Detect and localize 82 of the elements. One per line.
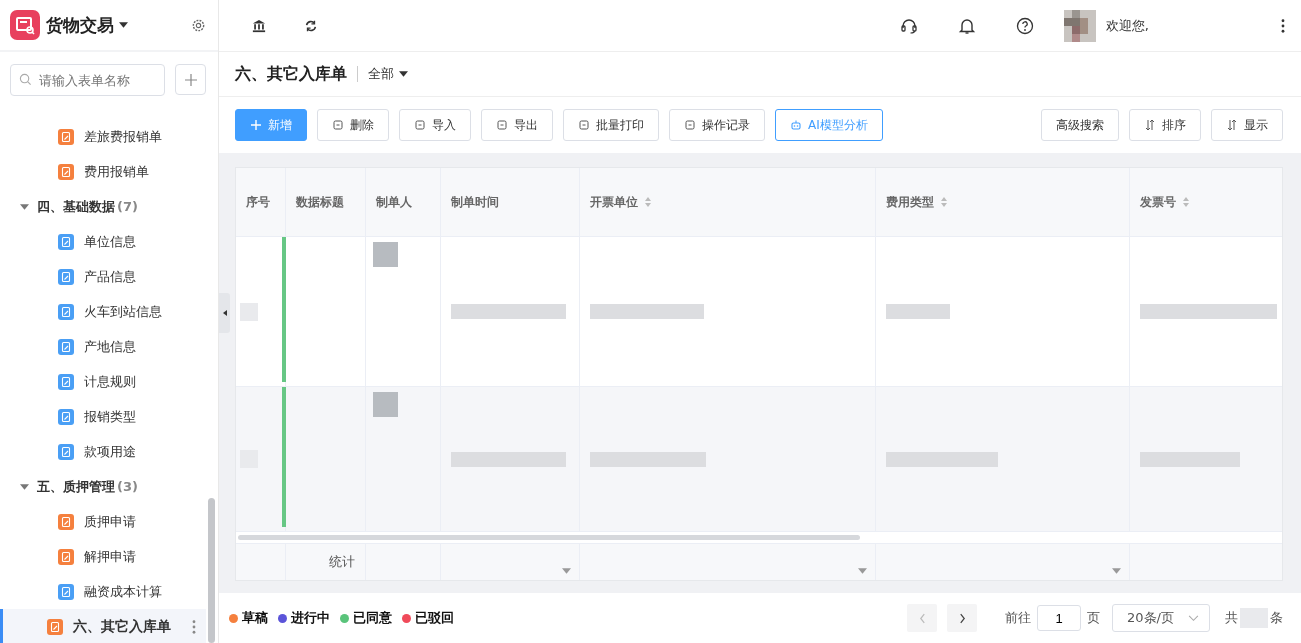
- page-input[interactable]: 1: [1037, 605, 1081, 631]
- total-suffix: 条: [1270, 609, 1283, 627]
- column-header: 制单时间: [451, 193, 499, 211]
- robot-icon: [790, 119, 802, 131]
- caret-icon[interactable]: [399, 71, 408, 77]
- sort-icon[interactable]: [1182, 196, 1190, 208]
- toolbar-button[interactable]: 高级搜索: [1041, 109, 1119, 141]
- column-header: 费用类型: [886, 193, 934, 211]
- column-header: 开票单位: [590, 193, 638, 211]
- column-header: 数据标题: [296, 193, 344, 211]
- sidebar-group[interactable]: 四、基础数据(7): [0, 189, 218, 224]
- sidebar-item[interactable]: 质押申请: [0, 504, 218, 539]
- headset-icon[interactable]: [899, 16, 918, 35]
- sidebar-item[interactable]: 六、其它入库单: [0, 609, 206, 643]
- legend-label: 草稿: [242, 609, 268, 627]
- avatar[interactable]: [1063, 9, 1096, 42]
- chevron-left-icon: [918, 612, 926, 624]
- page-label: 页: [1087, 609, 1100, 627]
- sidebar-item[interactable]: 费用报销单: [0, 154, 218, 189]
- plus-icon: [250, 119, 262, 131]
- sidebar-item[interactable]: 单位信息: [0, 224, 218, 259]
- sort-icon[interactable]: [940, 196, 948, 208]
- column-header: 序号: [246, 193, 270, 211]
- bank-icon[interactable]: [252, 18, 266, 33]
- redacted-block: [886, 304, 950, 319]
- toolbar-button[interactable]: 排序: [1129, 109, 1201, 141]
- toolbar-button[interactable]: 导入: [399, 109, 471, 141]
- filter-dropdown[interactable]: 全部: [368, 65, 394, 83]
- goto-label: 前往: [1005, 609, 1031, 627]
- chevron-down-icon: [1188, 614, 1199, 622]
- chevron-right-icon: [958, 612, 966, 624]
- toolbar-button[interactable]: 显示: [1211, 109, 1283, 141]
- summary-label: 统计: [329, 553, 355, 571]
- search-field[interactable]: 请输入表单名称: [10, 64, 165, 96]
- app-logo-icon: [10, 10, 40, 40]
- collapse-handle[interactable]: [219, 293, 230, 333]
- sidebar-item[interactable]: 产品信息: [0, 259, 218, 294]
- user-thumbnail: [373, 392, 398, 417]
- page-title: 六、其它入库单: [235, 63, 347, 85]
- welcome-text: 欢迎您,: [1105, 16, 1149, 35]
- arrows-icon: [1144, 119, 1156, 131]
- sidebar-item[interactable]: 解押申请: [0, 539, 218, 574]
- sidebar-item[interactable]: 计息规则: [0, 364, 218, 399]
- column-header: 制单人: [376, 193, 412, 211]
- add-button[interactable]: [175, 64, 206, 95]
- more-icon[interactable]: [1281, 18, 1285, 33]
- document-icon: [578, 119, 590, 131]
- document-icon: [496, 119, 508, 131]
- caret-left-icon: [222, 310, 227, 316]
- scrollbar[interactable]: [208, 498, 215, 643]
- toolbar-button[interactable]: 批量打印: [563, 109, 659, 141]
- document-icon: [332, 119, 344, 131]
- app-title[interactable]: 货物交易: [46, 13, 114, 37]
- document-icon: [414, 119, 426, 131]
- user-thumbnail: [373, 242, 398, 267]
- legend-label: 已同意: [353, 609, 392, 627]
- legend-label: 进行中: [291, 609, 330, 627]
- legend-label: 已驳回: [415, 609, 454, 627]
- sidebar-group[interactable]: 五、质押管理(3): [0, 469, 218, 504]
- sidebar-item[interactable]: 火车到站信息: [0, 294, 218, 329]
- arrows-icon: [1226, 119, 1238, 131]
- toolbar-button[interactable]: 删除: [317, 109, 389, 141]
- page-size-dropdown[interactable]: 20条/页: [1112, 604, 1210, 632]
- sidebar-item[interactable]: 差旅费报销单: [0, 119, 218, 154]
- caret-icon[interactable]: [119, 22, 128, 28]
- notification-icon[interactable]: [957, 16, 976, 35]
- document-icon: [684, 119, 696, 131]
- total-prefix: 共: [1225, 609, 1238, 627]
- sidebar-item[interactable]: 融资成本计算: [0, 574, 218, 609]
- sidebar-item[interactable]: 款项用途: [0, 434, 218, 469]
- next-page-button[interactable]: [947, 604, 977, 632]
- help-icon[interactable]: [1015, 16, 1034, 35]
- toolbar-button[interactable]: 操作记录: [669, 109, 765, 141]
- sort-icon[interactable]: [644, 196, 652, 208]
- plus-icon: [183, 72, 198, 87]
- sidebar-item[interactable]: 报销类型: [0, 399, 218, 434]
- sidebar-item[interactable]: 产地信息: [0, 329, 218, 364]
- toolbar-button[interactable]: 导出: [481, 109, 553, 141]
- column-header: 发票号: [1140, 193, 1176, 211]
- refresh-icon[interactable]: [304, 18, 318, 33]
- scrollbar[interactable]: [238, 535, 860, 540]
- settings-icon[interactable]: [191, 17, 206, 33]
